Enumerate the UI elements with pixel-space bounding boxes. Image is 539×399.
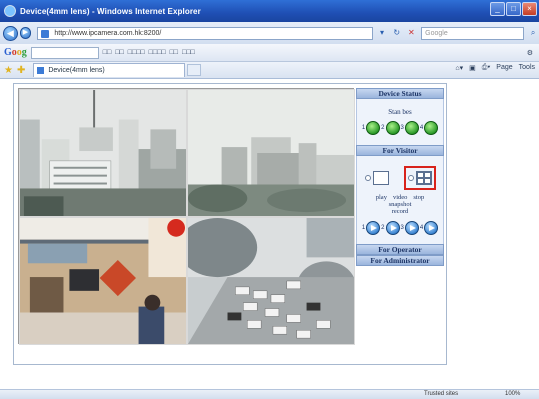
channel-4-status-icon	[424, 121, 439, 135]
google-logo: Goog	[4, 47, 27, 58]
new-tab-button[interactable]	[187, 64, 202, 76]
address-bar: ◀ ▶ http://www.ipcamera.com.hk:8200/ ▾ ↻…	[0, 22, 539, 44]
for-operator-header[interactable]: For Operator	[356, 244, 444, 255]
video-link[interactable]: video	[393, 194, 407, 201]
stop-link[interactable]: stop	[413, 194, 424, 201]
stop-icon[interactable]: ✕	[406, 27, 418, 39]
channel-2-play-icon[interactable]	[385, 221, 400, 235]
tab-device[interactable]: Device(4mm lens)	[33, 63, 186, 77]
add-favorite-icon[interactable]: ✚	[17, 65, 25, 76]
toolbar-item-4[interactable]: □□□□	[149, 49, 166, 56]
toolbar-item-3[interactable]: □□□□	[128, 49, 145, 56]
play-link[interactable]: play	[376, 194, 387, 201]
search-icon[interactable]: ⌕	[527, 27, 539, 39]
viewer-frame: Device Status Stan bes 1 2 3 4 For Visit…	[13, 83, 447, 365]
channel-status-row: 1 2 3 4	[357, 116, 443, 145]
dropdown-arrow-icon[interactable]: ▾	[376, 27, 388, 39]
back-button[interactable]: ◀	[3, 25, 18, 41]
channel-3-play-icon[interactable]	[404, 221, 419, 235]
device-status-header[interactable]: Device Status	[356, 88, 444, 99]
google-toolbar: Goog □□ □□ □□□□ □□□□ □□ □□□ ⚙	[0, 44, 539, 62]
forward-button[interactable]: ▶	[19, 27, 32, 39]
channel-2-status-icon	[385, 121, 400, 135]
video-grid	[18, 88, 355, 345]
quad-view-icon	[415, 171, 432, 185]
page-menu[interactable]: Page	[496, 64, 512, 72]
quad-view-option[interactable]	[403, 166, 436, 190]
device-status-section: Stan bes 1 2 3 4	[356, 99, 444, 145]
feeds-icon[interactable]: ▣	[469, 64, 476, 72]
minimize-button[interactable]: _	[490, 2, 505, 16]
single-view-radio[interactable]	[364, 175, 371, 181]
for-administrator-header[interactable]: For Administrator	[356, 255, 444, 266]
search-input[interactable]: Google	[421, 26, 525, 40]
toolbar-item-2[interactable]: □□	[115, 49, 123, 56]
url-field[interactable]: http://www.ipcamera.com.hk:8200/	[37, 26, 374, 40]
window-title: Device(4mm lens) - Windows Internet Expl…	[20, 6, 201, 16]
for-visitor-header[interactable]: For Visitor	[356, 145, 444, 156]
window-title-bar: Device(4mm lens) - Windows Internet Expl…	[0, 0, 539, 22]
channel-1-status-icon	[366, 121, 381, 135]
alarm-status-label: Stan bes	[388, 108, 412, 116]
channel-4-play-icon[interactable]	[424, 221, 439, 235]
security-zone[interactable]: Trusted sites	[424, 391, 458, 397]
google-search-input[interactable]	[30, 46, 99, 59]
toolbar-item-6[interactable]: □□□	[182, 49, 195, 56]
zoom-level[interactable]: 100%	[505, 391, 520, 397]
channel-play-row: 1 2 3 4	[357, 215, 443, 243]
tab-bar: ★ ✚ Device(4mm lens) ⌂▾ ▣ ⎙▾ Page Tools	[0, 62, 539, 79]
channel-1-play-icon[interactable]	[366, 221, 381, 235]
video-channel-4[interactable]	[187, 217, 355, 345]
control-panel: Device Status Stan bes 1 2 3 4 For Visit…	[356, 88, 444, 362]
channel-3-status-icon	[404, 121, 419, 135]
close-button[interactable]: ×	[522, 2, 537, 16]
maximize-button[interactable]: □	[506, 2, 521, 16]
snapshot-link[interactable]: snapshot	[357, 201, 443, 208]
favorites-star-icon[interactable]: ★	[4, 65, 13, 76]
single-view-icon	[372, 171, 389, 185]
view-mode-row	[357, 156, 443, 192]
command-bar: ⌂▾ ▣ ⎙▾ Page Tools	[455, 64, 535, 72]
toolbar-item-5[interactable]: □□	[170, 49, 178, 56]
record-link[interactable]: record	[357, 208, 443, 215]
video-channel-3[interactable]	[19, 217, 187, 345]
for-visitor-section: play video stop snapshot record 1 2 3 4	[356, 156, 444, 244]
single-view-option[interactable]	[364, 171, 389, 185]
print-icon[interactable]: ⎙▾	[482, 64, 491, 72]
video-channel-2[interactable]	[187, 89, 355, 217]
settings-icon[interactable]: ⚙	[527, 49, 533, 57]
home-icon[interactable]: ⌂▾	[455, 64, 463, 72]
ie-logo-icon	[4, 5, 16, 17]
tools-menu[interactable]: Tools	[519, 64, 535, 72]
page-content: Device Status Stan bes 1 2 3 4 For Visit…	[0, 79, 539, 389]
status-bar: Trusted sites 100%	[0, 389, 539, 399]
refresh-icon[interactable]: ↻	[391, 27, 403, 39]
video-channel-1[interactable]	[19, 89, 187, 217]
toolbar-item-1[interactable]: □□	[103, 49, 111, 56]
quad-view-radio[interactable]	[407, 175, 414, 181]
